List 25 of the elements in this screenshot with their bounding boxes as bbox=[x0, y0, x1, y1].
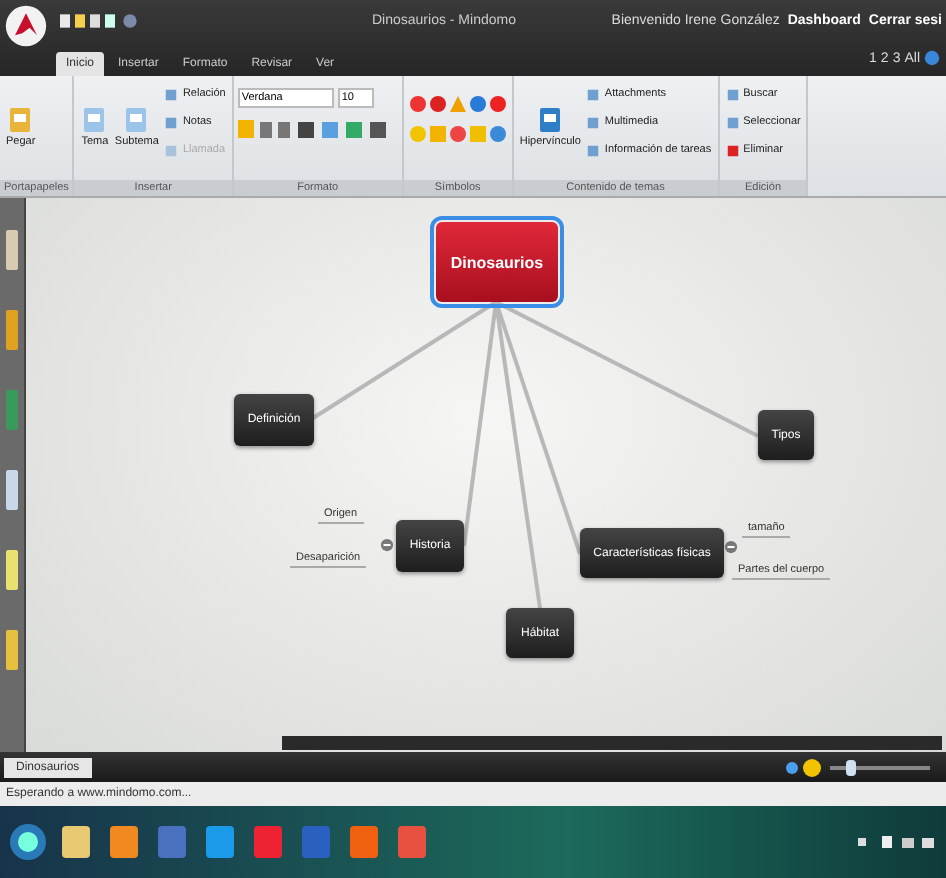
document-icon bbox=[536, 104, 565, 136]
quick-access-toolbar-icon[interactable] bbox=[60, 11, 140, 29]
horizontal-scrollbar[interactable] bbox=[282, 736, 942, 750]
document-icon bbox=[80, 104, 109, 136]
collapse-icon[interactable] bbox=[380, 538, 394, 552]
document-icon bbox=[6, 104, 35, 136]
square-icon bbox=[164, 115, 179, 129]
app-logo-icon[interactable] bbox=[4, 4, 48, 48]
square-icon bbox=[586, 143, 601, 157]
taskbar-app-icon[interactable] bbox=[56, 822, 96, 862]
square-icon bbox=[586, 87, 601, 101]
square-icon bbox=[725, 87, 740, 101]
square-icon bbox=[164, 143, 179, 157]
square-icon bbox=[725, 143, 740, 157]
square-icon bbox=[164, 87, 179, 101]
system-tray-icons[interactable] bbox=[858, 832, 938, 852]
taskbar-app-icon[interactable] bbox=[104, 822, 144, 862]
central-topic-node[interactable]: Dinosaurios bbox=[436, 222, 558, 302]
collapse-icon[interactable] bbox=[724, 540, 738, 554]
start-button-icon[interactable] bbox=[8, 822, 48, 862]
document-icon bbox=[122, 104, 151, 136]
taskbar-app-icon[interactable] bbox=[200, 822, 240, 862]
square-icon bbox=[725, 115, 740, 129]
square-icon bbox=[586, 115, 601, 129]
help-icon[interactable] bbox=[924, 50, 940, 66]
